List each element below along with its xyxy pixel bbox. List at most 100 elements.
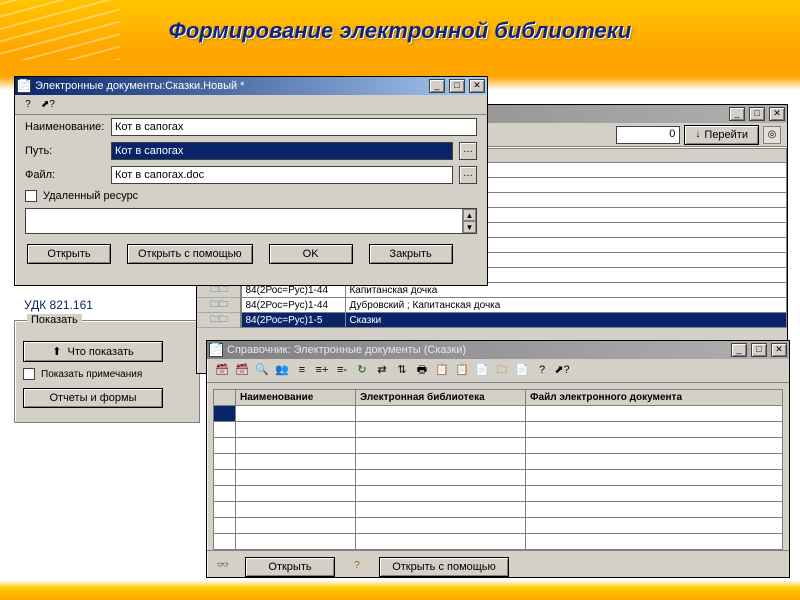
tool-icon-7[interactable]: ≡- bbox=[333, 362, 351, 380]
tool-icon-10[interactable]: ⇅ bbox=[393, 362, 411, 380]
remote-label: Удаленный ресурс bbox=[43, 190, 138, 202]
reports-button[interactable]: Отчеты и формы bbox=[23, 388, 163, 408]
table-row[interactable] bbox=[214, 454, 783, 470]
close-dialog-button[interactable]: Закрыть bbox=[369, 244, 453, 264]
cell bbox=[214, 486, 236, 502]
minimize-button[interactable]: _ bbox=[729, 107, 745, 121]
tool-icon-5[interactable]: ≡ bbox=[293, 362, 311, 380]
col-lib[interactable]: Электронная библиотека bbox=[356, 390, 526, 406]
browse-path-button[interactable]: … bbox=[459, 142, 477, 160]
tool-icon-14[interactable]: 📄 bbox=[473, 362, 491, 380]
col-name[interactable]: Наименование bbox=[236, 390, 356, 406]
reference-titlebar[interactable]: 📄 Справочник: Электронные документы (Ска… bbox=[207, 341, 789, 359]
table-row[interactable] bbox=[214, 422, 783, 438]
show-notes-label: Показать примечания bbox=[41, 369, 142, 380]
edoc-toolbar: ? ⬈? bbox=[15, 95, 487, 115]
col-file[interactable]: Файл электронного документа bbox=[526, 390, 783, 406]
browse-file-button[interactable]: … bbox=[459, 166, 477, 184]
close-button[interactable]: ✕ bbox=[769, 107, 785, 121]
cell bbox=[236, 502, 356, 518]
tool-icon-1[interactable]: 🗃 bbox=[213, 362, 231, 380]
table-row[interactable]: 84(2Рос=Рус)1-44Дубровский ; Капитанская… bbox=[242, 298, 787, 313]
scrollbar[interactable]: ▲ ▼ bbox=[462, 209, 476, 233]
maximize-button[interactable]: □ bbox=[749, 107, 765, 121]
maximize-button[interactable]: □ bbox=[449, 79, 465, 93]
tool-icon-11[interactable]: 🖶 bbox=[413, 362, 431, 380]
scroll-up-icon[interactable]: ▲ bbox=[463, 209, 476, 221]
show-groupbox: Показать ⬆ Что показать Показать примеча… bbox=[14, 320, 200, 423]
cell bbox=[526, 406, 783, 422]
help-icon[interactable]: ? bbox=[533, 362, 551, 380]
file-field[interactable]: Кот в сапогах.doc bbox=[111, 166, 453, 184]
tool-icon-6[interactable]: ≡+ bbox=[313, 362, 331, 380]
cell-title: Сказки bbox=[346, 313, 787, 328]
window-icon: 📄 bbox=[209, 343, 223, 357]
cell bbox=[214, 422, 236, 438]
table-row[interactable] bbox=[214, 486, 783, 502]
memo-field[interactable]: ▲ ▼ bbox=[25, 208, 477, 234]
open-with-button[interactable]: Открыть с помощью bbox=[127, 244, 253, 264]
path-field[interactable]: Кот в сапогах bbox=[111, 142, 453, 160]
minimize-button[interactable]: _ bbox=[429, 79, 445, 93]
minimize-button[interactable]: _ bbox=[731, 343, 747, 357]
table-row[interactable] bbox=[214, 438, 783, 454]
cell bbox=[356, 534, 526, 550]
name-field[interactable]: Кот в сапогах bbox=[111, 118, 477, 136]
table-row[interactable] bbox=[214, 470, 783, 486]
record-number-field[interactable]: 0 bbox=[616, 126, 680, 144]
tool-icon-13[interactable]: 📋 bbox=[453, 362, 471, 380]
cell bbox=[214, 518, 236, 534]
help-icon: ? bbox=[349, 560, 365, 574]
side-panel: УДК 821.161 Показать ⬆ Что показать Пока… bbox=[14, 294, 200, 423]
help-icon[interactable]: ? bbox=[19, 97, 37, 113]
page-title: Формирование электронной библиотеки bbox=[0, 18, 800, 44]
table-row[interactable]: 84(2Рос=Рус)1-5Сказки bbox=[242, 313, 787, 328]
tool-icon-15[interactable]: 🗀 bbox=[493, 362, 511, 380]
what-to-show-label: Что показать bbox=[67, 346, 133, 358]
close-button[interactable]: ✕ bbox=[771, 343, 787, 357]
remote-checkbox[interactable]: Удаленный ресурс bbox=[15, 187, 487, 208]
tool-icon-8[interactable]: ↻ bbox=[353, 362, 371, 380]
cell bbox=[356, 502, 526, 518]
cell bbox=[526, 470, 783, 486]
show-notes-checkbox[interactable]: Показать примечания bbox=[23, 368, 191, 380]
footer-gradient bbox=[0, 580, 800, 600]
go-button[interactable]: ↓ Перейти bbox=[684, 125, 759, 145]
binoculars-icon: 👓 bbox=[215, 560, 231, 574]
ref-open-button[interactable]: Открыть bbox=[245, 557, 335, 577]
edoc-titlebar[interactable]: 📄 Электронные документы:Сказки.Новый * _… bbox=[15, 77, 487, 95]
open-button[interactable]: Открыть bbox=[27, 244, 111, 264]
cell bbox=[526, 502, 783, 518]
cell bbox=[526, 486, 783, 502]
table-row[interactable] bbox=[214, 406, 783, 422]
edoc-title: Электронные документы:Сказки.Новый * bbox=[35, 80, 244, 92]
arrow-down-icon: ↓ bbox=[695, 129, 700, 140]
scroll-down-icon[interactable]: ▼ bbox=[463, 221, 476, 233]
edoc-dialog: 📄 Электронные документы:Сказки.Новый * _… bbox=[14, 76, 488, 286]
window-icon: 📄 bbox=[17, 79, 31, 93]
tool-icon-2[interactable]: 🗃 bbox=[233, 362, 251, 380]
reference-table[interactable]: Наименование Электронная библиотека Файл… bbox=[213, 389, 783, 550]
cell-title: Дубровский ; Капитанская дочка bbox=[346, 298, 787, 313]
target-button[interactable]: ◎ bbox=[763, 126, 781, 144]
whats-this-icon[interactable]: ⬈? bbox=[39, 97, 57, 113]
ok-button[interactable]: OK bbox=[269, 244, 353, 264]
cell bbox=[356, 454, 526, 470]
tool-icon-16[interactable]: 📄 bbox=[513, 362, 531, 380]
cell bbox=[356, 470, 526, 486]
tool-icon-12[interactable]: 📋 bbox=[433, 362, 451, 380]
what-to-show-button[interactable]: ⬆ Что показать bbox=[23, 341, 163, 362]
tool-icon-9[interactable]: ⇄ bbox=[373, 362, 391, 380]
whats-this-icon[interactable]: ⬈? bbox=[553, 362, 571, 380]
tool-icon-4[interactable]: 👥 bbox=[273, 362, 291, 380]
cell bbox=[214, 502, 236, 518]
ref-open-with-button[interactable]: Открыть с помощью bbox=[379, 557, 509, 577]
reference-footer: 👓 Открыть ? Открыть с помощью bbox=[207, 550, 789, 583]
up-arrow-icon: ⬆ bbox=[52, 345, 61, 358]
tool-icon-3[interactable]: 🔍 bbox=[253, 362, 271, 380]
table-row[interactable] bbox=[214, 502, 783, 518]
close-button[interactable]: ✕ bbox=[469, 79, 485, 93]
table-row[interactable] bbox=[214, 518, 783, 534]
maximize-button[interactable]: □ bbox=[751, 343, 767, 357]
table-row[interactable] bbox=[214, 534, 783, 550]
